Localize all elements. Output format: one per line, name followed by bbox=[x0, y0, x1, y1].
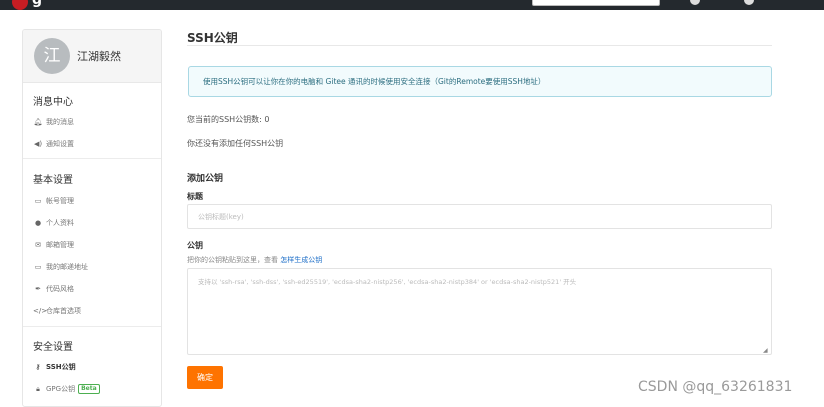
megaphone-icon: ◀) bbox=[33, 140, 43, 148]
sidebar-item-label: 帐号管理 bbox=[46, 197, 74, 205]
sidebar-item-account[interactable]: ▭ 帐号管理 bbox=[33, 196, 74, 206]
sidebar-item-mailing-address[interactable]: ▭ 我的邮递地址 bbox=[33, 262, 88, 272]
sidebar-item-my-messages[interactable]: 🔔︎ 我的消息 bbox=[33, 117, 74, 127]
key-icon: ⚷ bbox=[35, 363, 41, 371]
sidebar-item-label: 通知设置 bbox=[46, 140, 74, 148]
key-title-input[interactable] bbox=[187, 204, 772, 229]
empty-state-text: 你还没有添加任何SSH公钥 bbox=[187, 139, 284, 148]
confirm-button[interactable]: 确定 bbox=[187, 366, 223, 389]
divider bbox=[23, 326, 161, 327]
title-divider bbox=[187, 45, 772, 46]
envelope-icon: ✉ bbox=[35, 241, 41, 249]
sidebar-item-label: 仓库首选项 bbox=[46, 307, 81, 315]
resize-handle-icon[interactable]: ◢ bbox=[763, 347, 768, 354]
sidebar-item-label: 代码风格 bbox=[46, 285, 74, 293]
public-key-textarea[interactable] bbox=[187, 268, 772, 355]
code-icon: </> bbox=[33, 307, 48, 315]
beta-badge: Beta bbox=[78, 384, 100, 394]
key-hint-text: 把你的公钥粘贴到这里，查看 bbox=[187, 256, 281, 264]
sidebar-item-code-style[interactable]: ✒ 代码风格 bbox=[33, 284, 74, 294]
id-card-icon: ▭ bbox=[34, 263, 42, 271]
logo-text[interactable]: g bbox=[32, 0, 42, 8]
section-title-messages: 消息中心 bbox=[33, 97, 73, 108]
username[interactable]: 江湖毅然 bbox=[77, 48, 121, 64]
key-hint: 把你的公钥粘贴到这里，查看 怎样生成公钥 bbox=[187, 255, 322, 265]
sidebar-item-label: 邮箱管理 bbox=[46, 241, 74, 249]
sidebar-item-label: GPG公钥 bbox=[46, 385, 76, 393]
gitee-logo-icon[interactable] bbox=[12, 0, 28, 10]
sidebar-item-repo-preferences[interactable]: </> 仓库首选项 bbox=[33, 306, 81, 316]
bell-icon: 🔔︎ bbox=[33, 118, 43, 126]
settings-sidebar: 江 江湖毅然 消息中心 🔔︎ 我的消息 ◀) 通知设置 基本设置 ▭ 帐号管理 … bbox=[22, 29, 162, 407]
sidebar-item-profile[interactable]: ● 个人资料 bbox=[33, 218, 74, 228]
sidebar-item-email[interactable]: ✉ 邮箱管理 bbox=[33, 240, 74, 250]
lock-icon: 🔒︎ bbox=[36, 384, 40, 393]
watermark: CSDN @qq_63261831 bbox=[638, 379, 793, 395]
title-label: 标题 bbox=[187, 192, 203, 201]
divider bbox=[23, 158, 161, 159]
sidebar-item-label: 我的邮递地址 bbox=[46, 263, 88, 271]
info-alert: 使用SSH公钥可以让你在你的电脑和 Gitee 通讯的时候使用安全连接（Git的… bbox=[188, 66, 772, 97]
how-to-generate-key-link[interactable]: 怎样生成公钥 bbox=[280, 256, 322, 264]
sidebar-item-gpg-keys[interactable]: 🔒︎ GPG公钥 Beta bbox=[33, 384, 100, 394]
brush-icon: ✒ bbox=[35, 285, 41, 293]
section-title-basic: 基本设置 bbox=[33, 175, 73, 186]
sidebar-item-ssh-keys[interactable]: ⚷ SSH公钥 bbox=[33, 362, 76, 372]
key-label: 公钥 bbox=[187, 241, 203, 250]
sidebar-item-notification-settings[interactable]: ◀) 通知设置 bbox=[33, 139, 74, 149]
sidebar-item-label: SSH公钥 bbox=[46, 363, 76, 371]
page-title: SSH公钥 bbox=[187, 31, 238, 45]
user-icon: ● bbox=[34, 219, 42, 227]
avatar[interactable]: 江 bbox=[34, 38, 70, 74]
sidebar-item-label: 我的消息 bbox=[46, 118, 74, 126]
add-key-heading: 添加公钥 bbox=[187, 174, 224, 184]
sidebar-item-label: 个人资料 bbox=[46, 219, 74, 227]
section-title-security: 安全设置 bbox=[33, 342, 73, 353]
ssh-key-count: 您当前的SSH公钥数: 0 bbox=[187, 115, 270, 124]
id-card-icon: ▭ bbox=[34, 197, 42, 205]
main-content: SSH公钥 使用SSH公钥可以让你在你的电脑和 Gitee 通讯的时候使用安全连… bbox=[187, 0, 772, 407]
user-card: 江 江湖毅然 bbox=[23, 30, 161, 83]
